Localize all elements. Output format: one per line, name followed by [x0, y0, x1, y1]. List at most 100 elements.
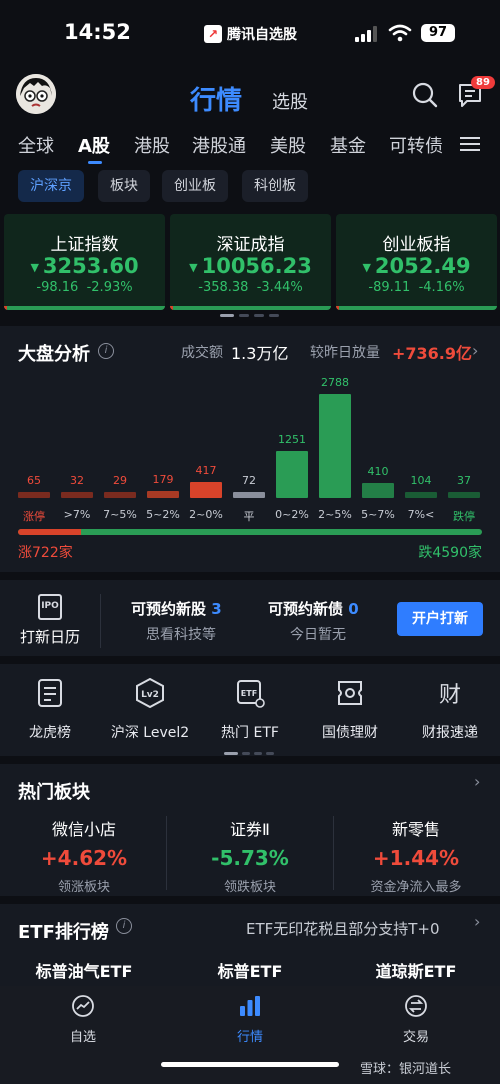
index-value: ▼ 2052.49	[362, 254, 471, 278]
tab-us[interactable]: 美股	[270, 132, 306, 158]
market-icon	[240, 996, 260, 1016]
quick-action-label: 沪深 Level2	[110, 725, 190, 741]
etf-item[interactable]: 标普ETF	[170, 958, 330, 982]
nav-trade[interactable]: 交易	[376, 994, 456, 1045]
quick-action-label: 国债理财	[322, 725, 378, 741]
battery-indicator: 97	[421, 24, 455, 42]
sector-card[interactable]: 微信小店 +4.62% 领涨板块	[4, 816, 164, 895]
market-analysis-panel: 大盘分析 i 成交额 1.3万亿 较昨日放量 +736.9亿 › 65 涨停 32 >…	[0, 326, 500, 572]
avatar[interactable]	[16, 74, 56, 114]
sector-card[interactable]: 新零售 +1.44% 资金净流入最多	[336, 816, 496, 895]
chart-category-label: >7%	[63, 508, 91, 521]
quick-action-hot-etf[interactable]: ETF 热门 ETF	[200, 678, 300, 742]
app-indicator: ↗ 腾讯自选股	[204, 24, 297, 44]
tab-a-shares[interactable]: A股	[78, 132, 110, 158]
app-logo-icon: ↗	[204, 25, 222, 43]
sector-change: +1.44%	[372, 846, 460, 870]
report-icon: 财	[439, 683, 461, 708]
tab-global[interactable]: 全球	[18, 132, 54, 158]
subtab-chinext[interactable]: 创业板	[162, 170, 228, 202]
trade-icon	[405, 995, 427, 1017]
hot-sectors-title: 热门板块	[18, 782, 90, 803]
tab-hk[interactable]: 港股	[134, 132, 170, 158]
market-tabs: 全球 A股 港股 港股通 美股 基金 可转债	[0, 128, 500, 164]
etf-item[interactable]: 道琼斯ETF	[336, 958, 496, 982]
volume-change-value: +736.9亿	[392, 344, 473, 363]
etf-item[interactable]: 标普油气ETF	[4, 958, 164, 982]
divider	[0, 656, 500, 664]
index-change: -358.38 -3.44%	[198, 280, 303, 295]
quick-action-treasury[interactable]: 国债理财	[300, 678, 400, 742]
new-bond-title[interactable]: 可预约新债 0	[268, 598, 359, 619]
chart-category-label: 涨停	[23, 510, 45, 523]
search-icon[interactable]	[412, 82, 438, 108]
svg-text:ETF: ETF	[241, 689, 257, 698]
chart-bar-value: 29	[113, 474, 127, 487]
sector-sub: 领跌板块	[223, 880, 276, 895]
subtab-sectors[interactable]: 板块	[98, 170, 150, 202]
subtab-star-market[interactable]: 科创板	[242, 170, 308, 202]
index-breadth-bar	[336, 306, 497, 310]
quick-action-earnings[interactable]: 财 财报速递	[400, 678, 500, 742]
menu-icon[interactable]	[460, 136, 480, 152]
chart-bar	[147, 491, 179, 498]
sector-sub: 资金净流入最多	[370, 880, 462, 895]
index-name: 深证成指	[216, 235, 285, 255]
chart-bar	[319, 394, 351, 498]
chart-bar	[190, 482, 222, 498]
index-value: ▼ 10056.23	[189, 254, 312, 278]
svg-text:Lv2: Lv2	[141, 690, 159, 700]
chart-bar	[448, 492, 480, 498]
quick-action-label: 热门 ETF	[221, 725, 279, 741]
hot-sectors-panel: 热门板块 › 微信小店 +4.62% 领涨板块 证券Ⅱ -5.73% 领跌板块 …	[0, 764, 500, 896]
tab-convertible-bonds[interactable]: 可转债	[389, 132, 443, 158]
volume-value: 1.3万亿	[231, 344, 289, 363]
chart-bar	[362, 483, 394, 498]
list-icon	[38, 679, 62, 707]
divider	[0, 318, 500, 326]
index-card-szse[interactable]: 深证成指 ▼ 10056.23 -358.38 -3.44%	[170, 214, 331, 310]
page-title[interactable]: 行情	[190, 80, 242, 117]
advancers-count: 涨722家	[18, 545, 73, 561]
down-arrow-icon: ▼	[189, 260, 198, 274]
subtab-shanghai-shenzhen-beijing[interactable]: 沪深京	[18, 170, 84, 202]
etf-rank-title: ETF排行榜	[18, 922, 109, 943]
info-icon[interactable]: i	[116, 918, 132, 934]
down-arrow-icon: ▼	[362, 260, 371, 274]
sub-tabs: 沪深京 板块 创业板 科创板	[0, 170, 500, 204]
chart-bar	[18, 492, 50, 498]
home-indicator	[161, 1062, 339, 1067]
tab-stock-picker[interactable]: 选股	[272, 88, 308, 114]
quick-action-dragon-tiger[interactable]: 龙虎榜	[0, 678, 100, 742]
header: 行情 选股 89	[0, 70, 500, 124]
ipo-calendar-icon[interactable]: IPO	[38, 594, 62, 620]
info-icon[interactable]: i	[98, 343, 114, 359]
divider	[0, 572, 500, 580]
divider	[100, 594, 101, 648]
sector-card[interactable]: 证券Ⅱ -5.73% 领跌板块	[170, 816, 330, 895]
chevron-right-icon[interactable]: ›	[472, 341, 478, 360]
sector-name: 微信小店	[51, 820, 116, 839]
ipo-calendar-label[interactable]: 打新日历	[20, 626, 80, 647]
chart-bar	[233, 492, 265, 498]
index-cards: 上证指数 ▼ 3253.60 -98.16 -2.93% 深证成指 ▼ 10056.…	[0, 214, 500, 318]
open-account-button[interactable]: 开户打新	[397, 602, 483, 636]
nav-market[interactable]: 行情	[210, 994, 290, 1045]
index-card-chinext[interactable]: 创业板指 ▼ 2052.49 -89.11 -4.16%	[336, 214, 497, 310]
chevron-right-icon[interactable]: ›	[474, 772, 480, 791]
tab-funds[interactable]: 基金	[330, 132, 366, 158]
signal-icon	[355, 26, 377, 42]
sector-name: 证券Ⅱ	[230, 820, 270, 839]
market-analysis-title: 大盘分析	[18, 344, 90, 365]
index-card-sse[interactable]: 上证指数 ▼ 3253.60 -98.16 -2.93%	[4, 214, 165, 310]
chart-icon	[72, 995, 94, 1017]
new-stock-title[interactable]: 可预约新股 3	[131, 598, 222, 619]
chevron-right-icon[interactable]: ›	[474, 912, 480, 931]
etf-note: ETF无印花税且部分支持T+0	[246, 920, 440, 938]
chart-bar-value: 65	[27, 474, 41, 487]
nav-watchlist[interactable]: 自选	[43, 994, 123, 1045]
sector-name: 新零售	[391, 820, 440, 839]
quick-action-level2[interactable]: Lv2 沪深 Level2	[100, 677, 200, 742]
volume-label: 成交额	[181, 345, 223, 361]
tab-hk-connect[interactable]: 港股通	[192, 132, 246, 158]
